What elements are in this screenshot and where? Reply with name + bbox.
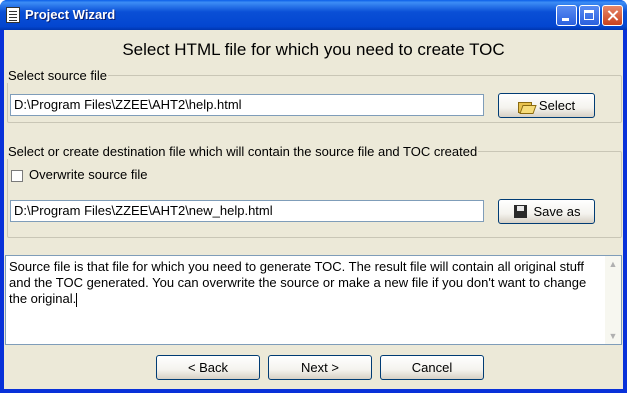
source-file-legend: Select source file — [7, 68, 108, 83]
cancel-button[interactable]: Cancel — [380, 355, 484, 380]
source-path-input[interactable]: D:\Program Files\ZZEE\AHT2\help.html — [10, 94, 484, 116]
back-button[interactable]: < Back — [156, 355, 260, 380]
folder-open-icon — [517, 99, 534, 113]
minimize-button[interactable] — [556, 5, 577, 26]
scroll-up-icon[interactable]: ▲ — [605, 256, 621, 272]
info-text: Source file is that file for which you n… — [9, 259, 597, 307]
wizard-body: Select HTML file for which you need to c… — [4, 30, 623, 389]
window-title: Project Wizard — [25, 7, 116, 22]
scroll-down-icon[interactable]: ▼ — [605, 328, 621, 344]
maximize-button[interactable] — [579, 5, 600, 26]
destination-file-group — [7, 151, 622, 238]
select-button-label: Select — [538, 98, 576, 113]
project-wizard-window: Project Wizard Select HTML file for whic… — [0, 0, 627, 393]
title-bar[interactable]: Project Wizard — [0, 0, 627, 30]
info-text-content: Source file is that file for which you n… — [9, 259, 587, 306]
page-title: Select HTML file for which you need to c… — [122, 40, 505, 59]
overwrite-checkbox-label[interactable]: Overwrite source file — [29, 167, 147, 182]
info-memo[interactable]: Source file is that file for which you n… — [5, 255, 622, 345]
document-icon — [6, 7, 20, 23]
memo-scrollbar[interactable]: ▲ ▼ — [605, 256, 621, 344]
close-button[interactable] — [602, 5, 623, 26]
text-caret — [76, 292, 78, 307]
save-as-button[interactable]: Save as — [498, 199, 595, 224]
floppy-disk-icon — [513, 204, 529, 219]
save-as-button-label: Save as — [533, 204, 581, 219]
next-button[interactable]: Next > — [268, 355, 372, 380]
destination-file-legend: Select or create destination file which … — [7, 144, 479, 159]
select-button[interactable]: Select — [498, 93, 595, 118]
destination-path-input[interactable]: D:\Program Files\ZZEE\AHT2\new_help.html — [10, 200, 484, 222]
overwrite-checkbox[interactable] — [11, 170, 23, 182]
